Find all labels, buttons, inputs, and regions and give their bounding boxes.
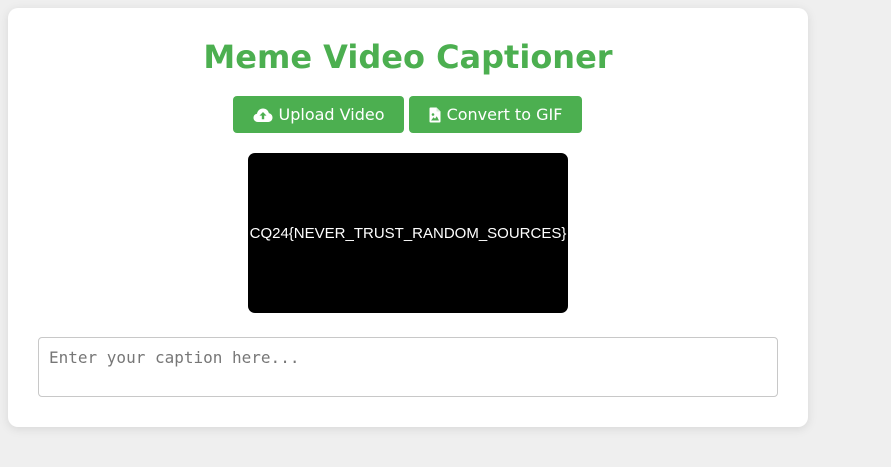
page-title: Meme Video Captioner xyxy=(203,38,613,76)
video-overlay-text: CQ24{NEVER_TRUST_RANDOM_SOURCES} xyxy=(249,224,567,242)
convert-to-gif-button[interactable]: Convert to GIF xyxy=(409,96,582,133)
convert-to-gif-label: Convert to GIF xyxy=(446,105,563,124)
upload-video-button[interactable]: Upload Video xyxy=(233,96,404,133)
caption-input[interactable] xyxy=(38,337,778,397)
upload-video-label: Upload Video xyxy=(278,105,385,124)
video-player[interactable]: CQ24{NEVER_TRUST_RANDOM_SOURCES} xyxy=(248,153,568,313)
main-card: Meme Video Captioner Upload Video Conver… xyxy=(8,8,808,427)
file-image-icon xyxy=(429,107,441,123)
cloud-upload-icon xyxy=(253,107,273,123)
